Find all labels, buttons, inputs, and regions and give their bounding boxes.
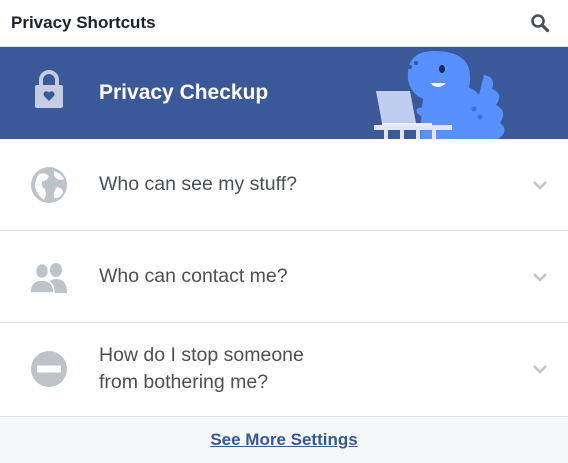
lock-icon	[35, 70, 63, 108]
list-item-who-can-see[interactable]: Who can see my stuff?	[0, 139, 568, 231]
list-item-label: Who can see my stuff?	[99, 173, 297, 195]
list-item-label: How do I stop someone from bothering me?	[99, 342, 508, 396]
search-icon[interactable]	[530, 13, 550, 33]
chevron-down-icon[interactable]	[532, 361, 548, 377]
panel-footer: See More Settings	[0, 416, 568, 463]
chevron-down-icon[interactable]	[532, 269, 548, 285]
dinosaur-mascot-illustration	[374, 51, 505, 139]
list-item-label-line2: from bothering me?	[99, 371, 269, 393]
privacy-shortcuts-panel: Privacy Shortcuts Privacy Checkup Who ca…	[0, 0, 568, 463]
see-more-settings-link[interactable]: See More Settings	[210, 430, 357, 450]
chevron-down-icon[interactable]	[532, 177, 548, 193]
list-item-label: Who can contact me?	[99, 265, 288, 287]
panel-title: Privacy Shortcuts	[11, 13, 156, 32]
privacy-checkup-label: Privacy Checkup	[99, 81, 269, 104]
list-item-label-line1: How do I stop someone	[99, 344, 304, 366]
block-icon	[31, 351, 67, 387]
globe-icon	[31, 166, 67, 203]
privacy-checkup-banner[interactable]: Privacy Checkup	[0, 47, 568, 139]
panel-header: Privacy Shortcuts	[0, 0, 568, 47]
list-item-who-can-contact[interactable]: Who can contact me?	[0, 231, 568, 323]
people-icon	[29, 262, 67, 294]
list-item-stop-someone[interactable]: How do I stop someone from bothering me?	[0, 323, 568, 415]
